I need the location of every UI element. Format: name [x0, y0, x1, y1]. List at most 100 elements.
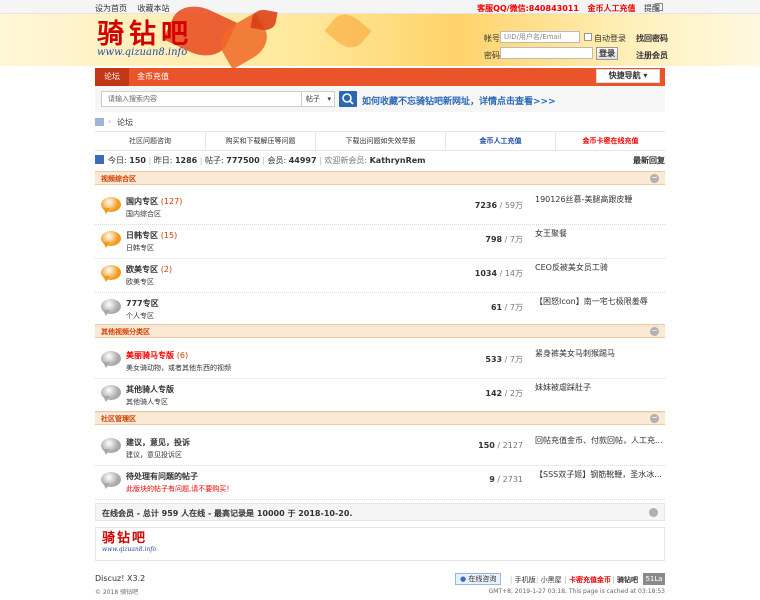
forum-status-icon — [101, 438, 121, 455]
forum-status-icon — [101, 231, 121, 248]
find-password-link[interactable]: 找回密码 — [636, 33, 668, 44]
register-link[interactable]: 注册会员 — [636, 50, 668, 61]
latest-replies-link[interactable]: 最新回复 — [633, 155, 665, 166]
expand-icon[interactable] — [655, 3, 663, 11]
forum-stats: 今日: 150 | 昨日: 1286 | 帖子: 777500 | 会员: 44… — [95, 154, 665, 167]
footer-blackroom-link[interactable]: | 小黑屋 — [536, 575, 562, 585]
bookmark-link[interactable]: 收藏本站 — [138, 4, 170, 13]
last-post[interactable]: 【SSS双子姬】钢筋靴鞭，圣水冰...3 天前 qq405253437 — [535, 469, 665, 480]
main-nav: 论坛 金币充值 — [95, 68, 665, 86]
maple-leaf-decoration — [250, 8, 278, 32]
forum-title[interactable]: 日韩专区 (15) — [126, 230, 177, 241]
expand-icon[interactable] — [649, 508, 658, 517]
account-input[interactable]: UID/用户名/Email — [500, 31, 580, 43]
nav-item-recharge[interactable]: 金币充值 — [137, 68, 169, 86]
forum-counts: 150 / 2127 — [478, 441, 523, 450]
forum-title[interactable]: 欧美专区 (2) — [126, 264, 172, 275]
footer-version[interactable]: Discuz! X3.2 — [95, 574, 145, 583]
qq-contact[interactable]: 客服QQ/微信:840843011 — [477, 4, 579, 13]
last-post[interactable]: 紧身裤美女马刺猴踢马昨天 19:14 wazq897571 — [535, 348, 665, 359]
forum-counts: 142 / 2万 — [485, 389, 523, 398]
forum-title[interactable]: 其他骑人专版 — [126, 384, 174, 395]
section-header[interactable]: 视频综合区 − — [95, 171, 665, 185]
forum-title[interactable]: 待处理有问题的帖子 — [126, 471, 198, 482]
breadcrumb-separator: › — [108, 117, 112, 126]
quick-link-download-help[interactable]: 购买和下载解压等问题 — [205, 132, 315, 150]
last-post[interactable]: 妹妹被虐踩肚子昨天 15:40 yufei_13 — [535, 382, 665, 393]
collapse-icon[interactable]: − — [650, 414, 659, 423]
site-logo[interactable]: 骑钻吧 www.qizuan8.info — [97, 21, 193, 58]
last-post[interactable]: 【困怒Icon】南一宅七极限羞辱昨天 13:09 m3064 — [535, 296, 665, 307]
forum-counts: 533 / 7万 — [485, 355, 523, 364]
quick-link-manual-recharge[interactable]: 金币人工充值 — [445, 132, 555, 150]
top-bar: 设为首页 收藏本站 客服QQ/微信:840843011 金币人工充值 提醒 — [0, 0, 760, 14]
footer-gmt: GMT+8, 2019-1-27 03:18, This page is cac… — [488, 588, 665, 595]
forum-row: 日韩专区 (15) 日韩专区 798 / 7万 女王聚餐半小时前 ztx123 — [95, 223, 665, 259]
quick-links: 社区问题咨询 购买和下载解压等问题 下载出问题如失效举报 金币人工充值 金币卡密… — [95, 131, 665, 151]
search-input[interactable]: 请输入搜索内容 — [101, 91, 301, 107]
chevron-down-icon: ▾ — [327, 95, 331, 103]
last-post[interactable]: CEO反被美女员工骑12 分钟前 948567481 — [535, 262, 665, 273]
forum-row: 国内专区 (127) 国内综合区 7236 / 59万 190126丝慕-美腿高跟皮鞭… — [95, 189, 665, 225]
search-icon — [342, 93, 354, 105]
password-input[interactable] — [500, 47, 593, 59]
stats-text: 今日: 150 | 昨日: 1286 | 帖子: 777500 | 会员: 44… — [108, 156, 426, 165]
forum-counts: 61 / 7万 — [490, 303, 523, 312]
online-members-bar[interactable]: 在线会员 - 总计 959 人在线 - 最高记录是 10000 于 2018-1… — [95, 503, 665, 521]
forum-row: 777专区 个人专区 61 / 7万 【困怒Icon】南一宅七极限羞辱昨天 13:0… — [95, 291, 665, 327]
search-type-select[interactable]: 帖子 ▾ — [301, 91, 335, 107]
auto-login-label: 自动登录 — [594, 34, 626, 43]
friend-link-logo[interactable]: 骑钻吧 www.qizuan8.info — [102, 532, 156, 554]
collapse-icon[interactable]: − — [650, 327, 659, 336]
online-service-button[interactable]: ● 在线咨询 — [455, 573, 502, 585]
forum-title[interactable]: 建议，意见，投诉 — [126, 437, 190, 448]
last-post[interactable]: 回帖充值金币、付款回帖，人工充...昨天 21:18 7758520 — [535, 435, 665, 446]
account-label: 帐号 — [484, 34, 500, 43]
footer-brand-link[interactable]: | 骑钻吧 — [612, 575, 638, 585]
forum-description: 建议，意见投诉区 — [126, 451, 182, 459]
online-text: 在线会员 - 总计 959 人在线 - 最高记录是 10000 于 2018-1… — [102, 509, 353, 518]
chat-icon: ● — [460, 575, 467, 583]
forum-row: 待处理有问题的帖子 此版块的帖子有问题,请不要购买！ 9 / 2731 【SSS双子… — [95, 464, 665, 500]
forum-description: 国内综合区 — [126, 210, 161, 218]
forum-row: 欧美专区 (2) 欧美专区 1034 / 14万 CEO反被美女员工骑12 分钟前 9… — [95, 257, 665, 293]
forum-status-icon — [101, 265, 121, 282]
quick-link-consult[interactable]: 社区问题咨询 — [95, 132, 205, 150]
forum-description: 美女骑动物，或者其他东西的视频 — [126, 364, 231, 372]
maple-leaf-decoration — [324, 7, 372, 55]
auto-login-checkbox[interactable] — [584, 33, 592, 41]
forum-title[interactable]: 777专区 — [126, 298, 159, 309]
forum-status-icon — [101, 385, 121, 402]
forum-description: 日韩专区 — [126, 244, 154, 252]
forum-description: 此版块的帖子有问题,请不要购买！ — [126, 485, 234, 493]
forum-status-icon — [101, 472, 121, 489]
stats-badge[interactable]: 51La — [643, 573, 665, 585]
nav-item-forum[interactable]: 论坛 — [95, 68, 129, 86]
quick-link-card-recharge[interactable]: 金币卡密在线充值 — [555, 132, 665, 150]
footer-card-link[interactable]: | 卡密充值金币 — [564, 575, 611, 585]
search-button[interactable] — [339, 91, 357, 107]
forum-counts: 9 / 2731 — [489, 475, 523, 484]
forum-title[interactable]: 美丽骑马专版 (6) — [126, 350, 188, 361]
login-button[interactable]: 登录 — [596, 47, 618, 60]
footer: Discuz! X3.2 © 2018 骑钻吧 ● 在线咨询 | 手机版 | 小… — [95, 572, 665, 600]
breadcrumb: › 论坛 — [95, 116, 665, 130]
forum-status-icon — [101, 197, 121, 214]
breadcrumb-current[interactable]: 论坛 — [117, 117, 133, 128]
section-header[interactable]: 社区管理区 − — [95, 411, 665, 425]
forum-counts: 1034 / 14万 — [474, 269, 523, 278]
footer-mobile-link[interactable]: | 手机版 — [510, 575, 536, 585]
forum-row: 建议，意见，投诉 建议，意见投诉区 150 / 2127 回帖充值金币、付款回帖，人… — [95, 430, 665, 466]
collapse-icon[interactable]: − — [650, 174, 659, 183]
quick-nav-button[interactable]: 快捷导航 ▾ — [596, 69, 660, 83]
quick-link-report[interactable]: 下载出问题如失效举报 — [315, 132, 445, 150]
recharge-link[interactable]: 金币人工充值 — [587, 4, 635, 13]
forum-description: 个人专区 — [126, 312, 154, 320]
home-icon[interactable] — [95, 118, 104, 126]
last-post[interactable]: 190126丝慕-美腿高跟皮鞭12 分钟前 948567481 — [535, 194, 665, 205]
bookmark-tip-link[interactable]: 如何收藏不忘骑钻吧新网址，详情点击查看>>> — [362, 94, 556, 107]
friend-links: 骑钻吧 www.qizuan8.info — [95, 527, 665, 561]
forum-title[interactable]: 国内专区 (127) — [126, 196, 182, 207]
set-home-link[interactable]: 设为首页 — [95, 4, 127, 13]
last-post[interactable]: 女王聚餐半小时前 ztx123 — [535, 228, 665, 239]
